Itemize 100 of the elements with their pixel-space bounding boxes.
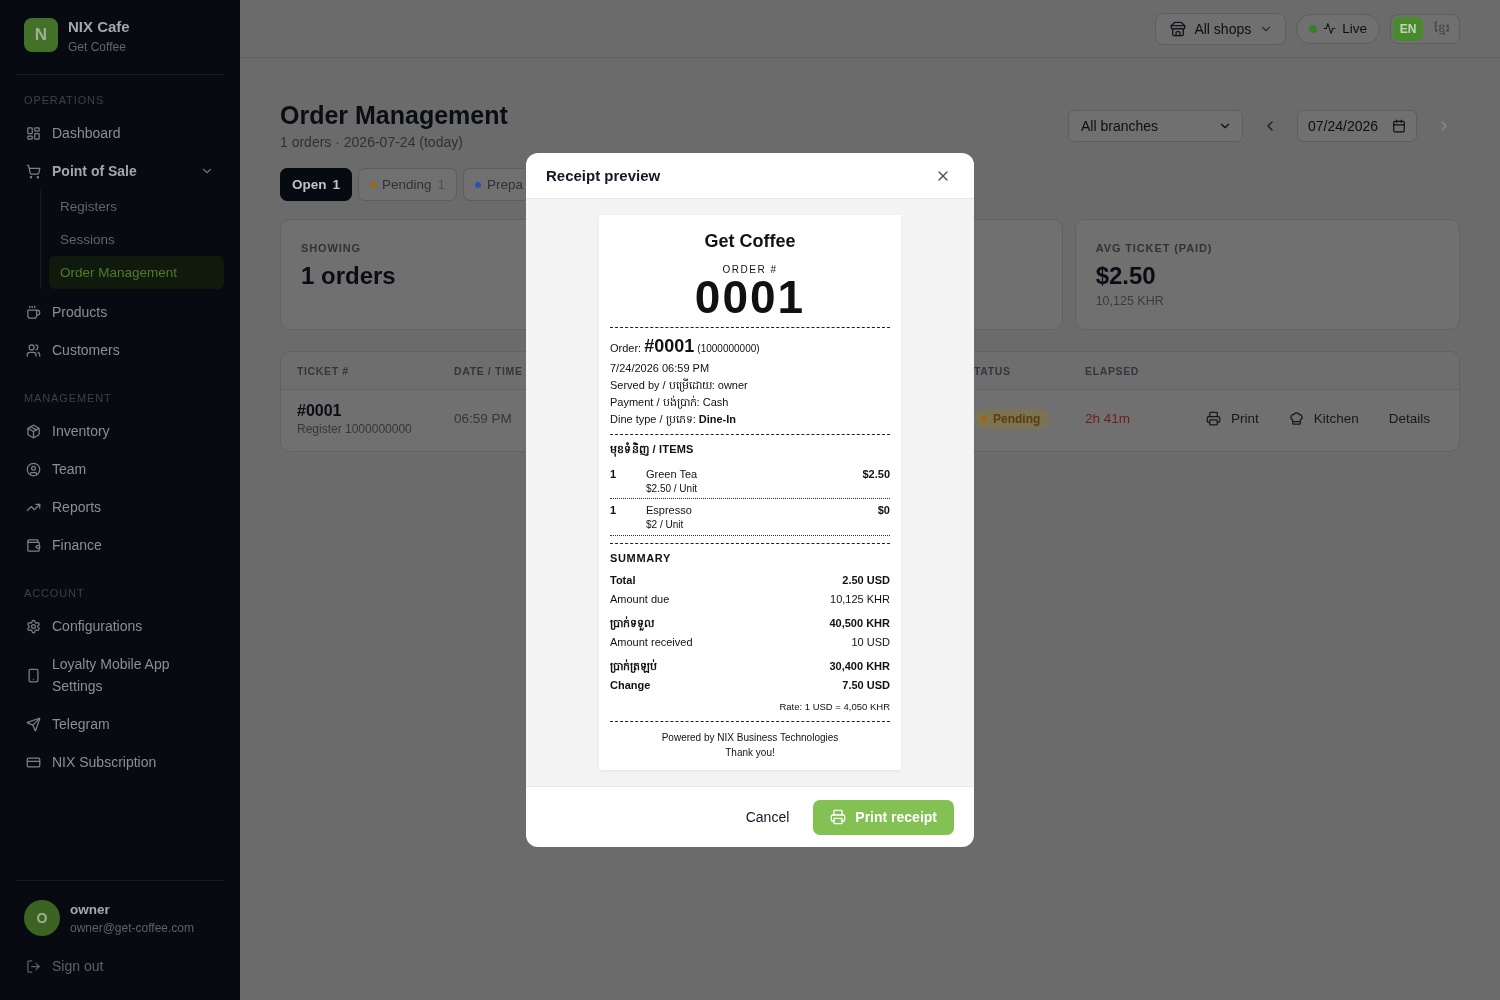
order-caption: ORDER #	[721, 263, 779, 276]
item-name: Espresso	[646, 503, 693, 518]
receipt-line: Served by / បម្រើដោយ: owner	[610, 377, 749, 394]
chef-hat-icon	[1288, 411, 1304, 426]
live-toggle[interactable]: Live	[1296, 13, 1380, 44]
sign-out-link[interactable]: Sign out	[24, 952, 106, 980]
printer-icon	[1205, 411, 1221, 426]
page-subtitle: 1 orders · 2026-07-24 (today)	[280, 133, 463, 152]
order-time: 06:59 PM	[454, 411, 512, 426]
nav-item[interactable]: Configurations	[16, 607, 224, 645]
store-name: Get Coffee	[703, 230, 797, 253]
item-unit-price: $2 / Unit	[646, 518, 685, 531]
date-field[interactable]: 07/24/2026	[1297, 110, 1417, 142]
user-circle-icon	[26, 461, 41, 477]
summary-label: ប្រាក់ទទួល	[610, 615, 654, 633]
sign-out-icon	[26, 958, 41, 974]
footer-note: Powered by NIX Business Technologies	[660, 731, 840, 745]
elapsed-time: 2h 41m	[1085, 411, 1131, 426]
nav-item[interactable]: Finance	[16, 526, 224, 564]
language-option[interactable]: EN	[1393, 16, 1423, 41]
nav-item[interactable]: Reports	[16, 488, 224, 526]
summary-heading: SUMMARY	[610, 551, 673, 566]
summary-value: 30,400 KHR	[829, 659, 890, 674]
wallet-icon	[26, 537, 41, 553]
summary-label: ប្រាក់ត្រឡប់	[610, 658, 657, 675]
receipt-line: Dine type / ប្រភេទ: Dine-In	[610, 412, 738, 428]
item-price: $0	[877, 503, 890, 518]
paper-plane-icon	[26, 716, 41, 732]
grid-icon	[26, 125, 41, 141]
details-button[interactable]: Details	[1378, 405, 1440, 432]
print-receipt-button[interactable]: Print receipt	[813, 799, 954, 835]
stat-label: AVG TICKET (PAID)	[1095, 241, 1213, 255]
order-number: 0001	[693, 276, 807, 318]
items-heading: មុខទំនិញ / ITEMS	[610, 441, 695, 457]
nav-item[interactable]: NIX Subscription	[16, 743, 224, 781]
summary-label: Total	[610, 573, 636, 588]
item-quantity: 1	[610, 467, 618, 482]
brand-logo: N	[24, 18, 58, 52]
nav-subitem[interactable]: Registers	[49, 190, 224, 223]
nav-item[interactable]: Loyalty Mobile App Settings	[16, 645, 224, 705]
user-name: owner	[70, 901, 111, 919]
footer-note: Thank you!	[724, 746, 776, 760]
nav-subitem[interactable]: Sessions	[49, 223, 224, 256]
nav-item[interactable]: Products	[16, 293, 224, 331]
item-quantity: 1	[610, 503, 618, 518]
settings-icon	[26, 618, 41, 634]
cart-icon	[26, 163, 41, 179]
stat-value: 1 orders	[301, 262, 396, 290]
status-label: Pending	[993, 411, 1041, 426]
column-header: TICKET #	[297, 364, 349, 377]
summary-value: 10 USD	[851, 635, 890, 650]
summary-value: 2.50 USD	[842, 573, 890, 588]
order-info: Order: #0001 (1000000000)	[610, 335, 761, 358]
pulse-icon	[1323, 22, 1337, 35]
register-label: Register 1000000000	[297, 421, 412, 436]
users-icon	[26, 342, 41, 358]
printer-icon	[830, 809, 847, 825]
avatar: O	[24, 900, 60, 936]
summary-label: Amount received	[610, 635, 693, 650]
summary-value: 7.50 USD	[842, 678, 890, 693]
nav-item[interactable]: Team	[16, 450, 224, 488]
exchange-rate: Rate: 1 USD = 4,050 KHR	[779, 701, 890, 712]
shop-selector[interactable]: All shops	[1155, 12, 1287, 45]
brand-name: NIX Cafe	[68, 18, 130, 36]
print-button[interactable]: Print	[1195, 405, 1269, 432]
item-price: $2.50	[862, 467, 890, 482]
calendar-icon	[1392, 119, 1406, 133]
receipt-line: Payment / បង់ប្រាក់: Cash	[610, 394, 730, 411]
brand-subtitle: Get Coffee	[68, 39, 127, 55]
ticket-number: #0001	[297, 401, 342, 420]
box-icon	[26, 423, 41, 439]
receipt-line: 7/24/2026 06:59 PM	[610, 361, 711, 376]
column-header: DATE / TIME	[454, 364, 523, 377]
summary-label: Amount due	[610, 592, 670, 607]
branch-select[interactable]: All branches	[1068, 110, 1243, 142]
status-tab[interactable]: Prepa	[463, 168, 526, 201]
dialog-title: Receipt preview	[546, 167, 661, 184]
store-icon	[1170, 20, 1187, 37]
cancel-button[interactable]: Cancel	[729, 801, 806, 833]
nav-item[interactable]: Dashboard	[16, 114, 224, 152]
card-icon	[26, 754, 41, 770]
phone-icon	[26, 667, 41, 683]
stat-label: SHOWING	[301, 241, 361, 255]
stat-value: $2.50	[1095, 262, 1156, 290]
kitchen-button[interactable]: Kitchen	[1278, 405, 1369, 432]
nav-subitem[interactable]: Order Management	[49, 256, 224, 289]
cup-icon	[26, 304, 41, 320]
nav-item[interactable]: Point of Sale	[16, 152, 224, 190]
nav-item[interactable]: Telegram	[16, 705, 224, 743]
user-email: owner@get-coffee.com	[70, 920, 195, 936]
summary-label: Change	[610, 678, 651, 693]
column-header: ELAPSED	[1085, 364, 1139, 377]
page-title: Order Management	[280, 100, 508, 130]
status-tab[interactable]: Open 1	[280, 168, 353, 201]
item-name: Green Tea	[646, 467, 699, 482]
nav-item[interactable]: Customers	[16, 331, 224, 369]
summary-value: 40,500 KHR	[829, 616, 890, 631]
summary-value: 10,125 KHR	[830, 592, 890, 607]
nav-item[interactable]: Inventory	[16, 412, 224, 450]
item-unit-price: $2.50 / Unit	[646, 482, 699, 495]
